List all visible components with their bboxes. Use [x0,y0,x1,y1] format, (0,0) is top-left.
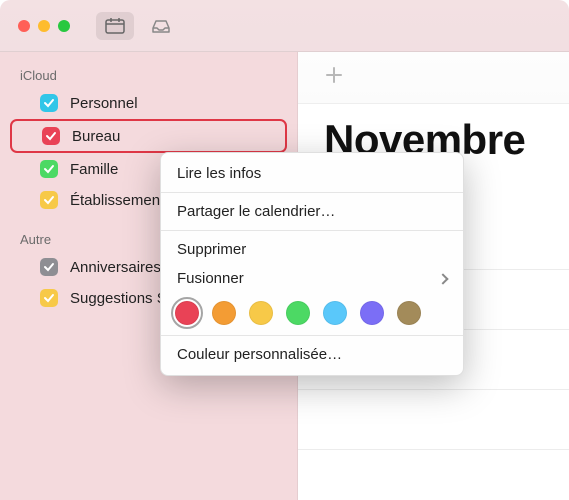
color-swatch-brown[interactable] [397,301,421,325]
check-icon [43,194,55,206]
calendar-checkbox[interactable] [40,191,58,209]
zoom-button[interactable] [58,20,70,32]
sidebar-item-label: Personnel [70,95,275,112]
color-swatch-row [161,293,463,331]
calendar-icon [105,18,125,34]
calendar-checkbox[interactable] [40,258,58,276]
menu-item-share-calendar[interactable]: Partager le calendrier… [161,197,463,226]
color-swatch-purple[interactable] [360,301,384,325]
calendar-checkbox[interactable] [40,94,58,112]
calendars-toggle-button[interactable] [96,12,134,40]
menu-item-label: Lire les infos [177,165,261,182]
calendar-checkbox[interactable] [40,289,58,307]
menu-separator [161,192,463,193]
chevron-right-icon [437,273,448,284]
menu-item-custom-color[interactable]: Couleur personnalisée… [161,340,463,369]
close-button[interactable] [18,20,30,32]
calendar-grid-row [298,390,569,450]
add-event-button[interactable] [324,65,344,90]
inbox-button[interactable] [142,12,180,40]
sidebar-section-header: iCloud [0,64,297,87]
menu-item-label: Couleur personnalisée… [177,346,342,363]
menu-item-label: Partager le calendrier… [177,203,335,220]
titlebar [0,0,569,52]
color-swatch-yellow[interactable] [249,301,273,325]
check-icon [43,163,55,175]
sidebar-item-label: Bureau [72,128,273,145]
check-icon [43,97,55,109]
menu-item-label: Supprimer [177,241,246,258]
check-icon [43,261,55,273]
context-menu: Lire les infos Partager le calendrier… S… [160,152,464,376]
menu-item-get-info[interactable]: Lire les infos [161,159,463,188]
calendar-checkbox[interactable] [40,160,58,178]
color-swatch-red[interactable] [175,301,199,325]
calendar-checkbox[interactable] [42,127,60,145]
menu-item-merge[interactable]: Fusionner [161,264,463,293]
main-toolbar [298,52,569,104]
traffic-lights [18,20,70,32]
inbox-icon [151,18,171,34]
plus-icon [324,65,344,85]
color-swatch-blue[interactable] [323,301,347,325]
color-swatch-green[interactable] [286,301,310,325]
check-icon [43,292,55,304]
menu-item-label: Fusionner [177,270,244,287]
color-swatch-orange[interactable] [212,301,236,325]
minimize-button[interactable] [38,20,50,32]
sidebar-item-bureau[interactable]: Bureau [10,119,287,153]
menu-separator [161,335,463,336]
sidebar-item-personnel[interactable]: Personnel [10,88,287,118]
menu-item-delete[interactable]: Supprimer [161,235,463,264]
menu-separator [161,230,463,231]
check-icon [45,130,57,142]
